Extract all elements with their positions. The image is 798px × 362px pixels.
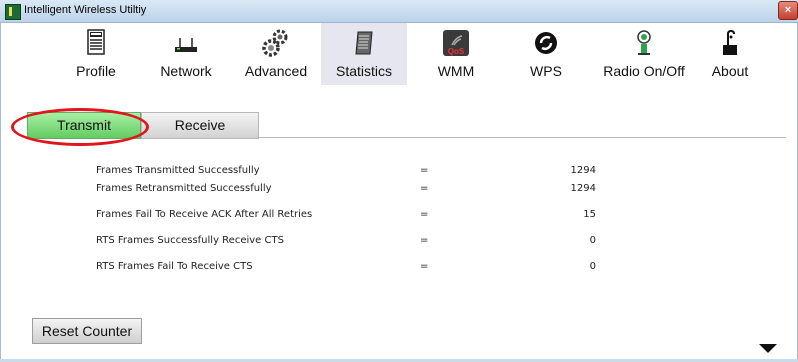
toolbar-label: Radio On/Off xyxy=(603,63,685,79)
toolbar-advanced[interactable]: Advanced xyxy=(233,23,319,85)
about-icon xyxy=(723,29,737,55)
toolbar-label: Statistics xyxy=(335,63,392,79)
title-bar: Intelligent Wireless Utiltiy × xyxy=(0,0,798,23)
stat-equals: = xyxy=(420,165,429,176)
app-icon xyxy=(5,4,21,20)
reset-counter-button[interactable]: Reset Counter xyxy=(32,318,142,344)
toolbar-statistics[interactable]: Statistics xyxy=(321,23,407,85)
stat-row: Frames Retransmitted Successfully = 1294 xyxy=(0,179,796,201)
toolbar-wmm[interactable]: QoS WMM xyxy=(413,23,499,85)
toolbar-profile[interactable]: Profile xyxy=(53,23,139,85)
toolbar-label: About xyxy=(711,63,749,79)
window-title: Intelligent Wireless Utiltiy xyxy=(24,4,147,16)
stat-equals: = xyxy=(420,209,429,220)
stat-label: Frames Retransmitted Successfully xyxy=(96,183,272,194)
wmm-icon: QoS xyxy=(443,30,469,56)
toolbar-label: Advanced xyxy=(244,63,308,79)
stat-equals: = xyxy=(420,183,429,194)
toolbar-wps[interactable]: WPS xyxy=(503,23,589,85)
stat-value: 0 xyxy=(589,235,596,246)
gear-icon xyxy=(262,29,288,57)
stat-equals: = xyxy=(420,235,429,246)
toolbar-label: Network xyxy=(160,63,212,79)
toolbar-label: WPS xyxy=(530,63,562,79)
tab-receive[interactable]: Receive xyxy=(141,112,259,139)
tab-divider xyxy=(259,137,786,138)
stat-value: 15 xyxy=(583,209,596,220)
stat-label: Frames Transmitted Successfully xyxy=(96,165,260,176)
radio-icon xyxy=(637,30,651,55)
wps-icon xyxy=(535,32,557,54)
highlight-circle xyxy=(11,108,149,146)
stat-value: 1294 xyxy=(570,183,596,194)
statistics-icon xyxy=(355,31,373,55)
stat-equals: = xyxy=(420,261,429,272)
toolbar: Profile Network Advanced Statistics QoS … xyxy=(1,23,797,85)
stat-label: RTS Frames Successfully Receive CTS xyxy=(96,235,284,246)
toolbar-radio-on-off[interactable]: Radio On/Off xyxy=(593,23,695,85)
stat-row: RTS Frames Fail To Receive CTS = 0 xyxy=(0,257,796,279)
stat-value: 0 xyxy=(589,261,596,272)
toolbar-network[interactable]: Network xyxy=(143,23,229,85)
toolbar-about[interactable]: About xyxy=(687,23,773,85)
chevron-down-icon[interactable] xyxy=(759,344,777,353)
stat-row: RTS Frames Successfully Receive CTS = 0 xyxy=(0,231,796,253)
stat-row: Frames Fail To Receive ACK After All Ret… xyxy=(0,205,796,227)
toolbar-label: Profile xyxy=(76,63,116,79)
stat-label: RTS Frames Fail To Receive CTS xyxy=(96,261,253,272)
stat-value: 1294 xyxy=(570,165,596,176)
wmm-badge: QoS xyxy=(448,47,465,56)
network-icon xyxy=(175,38,197,52)
toolbar-label: WMM xyxy=(437,63,475,79)
stat-label: Frames Fail To Receive ACK After All Ret… xyxy=(96,209,313,220)
close-button[interactable]: × xyxy=(778,1,798,20)
profile-icon xyxy=(87,29,105,55)
